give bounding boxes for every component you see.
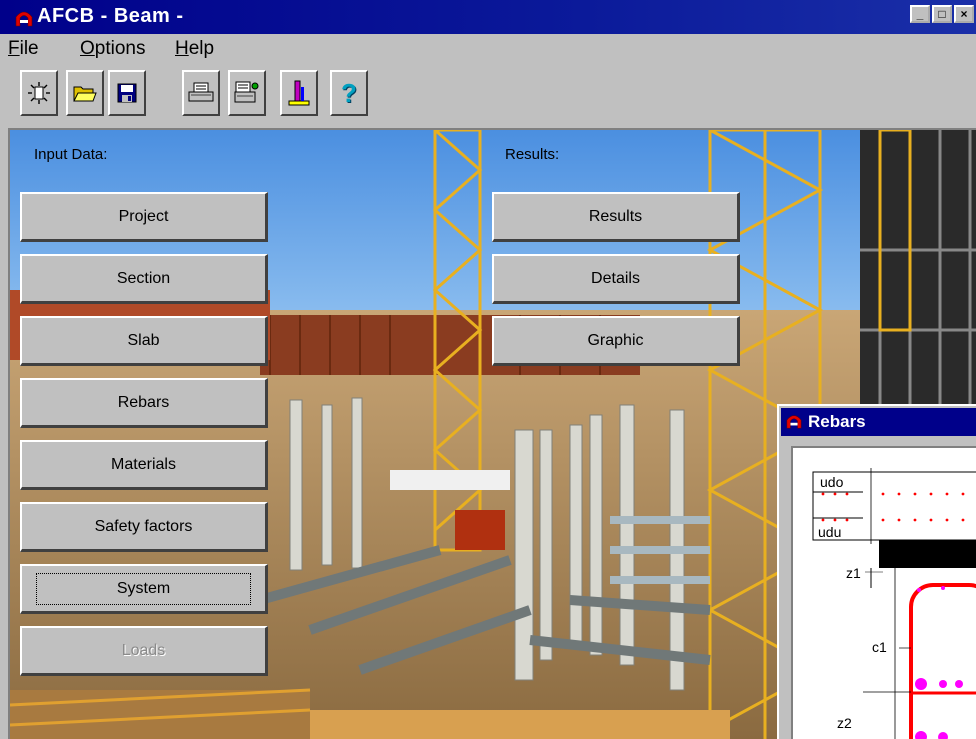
udo-label: udo [820, 474, 844, 490]
maximize-button[interactable]: □ [932, 5, 952, 23]
loads-button[interactable]: Loads [20, 626, 268, 676]
title-bar[interactable]: AFCB - Beam - _ □ × [0, 0, 976, 34]
udu-label: udu [818, 524, 842, 540]
input-data-label: Input Data: [34, 146, 108, 163]
slab-rebar-dots [821, 492, 965, 522]
app-logo-icon [786, 415, 802, 429]
menu-bar: File Options Help [0, 34, 976, 64]
details-button[interactable]: Details [492, 254, 740, 304]
print-setup-button[interactable] [228, 70, 266, 116]
beam-rebar-points [915, 586, 963, 739]
slab-button[interactable]: Slab [20, 316, 268, 366]
results-label: Results: [505, 146, 560, 163]
save-icon [117, 83, 137, 103]
window-title: AFCB - Beam - [37, 5, 184, 27]
new-icon [28, 82, 50, 104]
safety-factors-button[interactable]: Safety factors [20, 502, 268, 552]
menu-file[interactable]: File [8, 38, 39, 60]
menu-help[interactable]: Help [175, 38, 214, 60]
app-logo-icon [15, 11, 33, 27]
rebars-window-title-bar[interactable]: Rebars [781, 408, 976, 436]
rebars-button[interactable]: Rebars [20, 378, 268, 428]
open-folder-icon [73, 86, 97, 102]
help-icon: ? [341, 77, 357, 108]
report-icon [288, 80, 310, 106]
rebar-drawing: udo udu z1 c1 z2 [791, 446, 976, 739]
print-button[interactable] [182, 70, 220, 116]
new-button[interactable] [20, 70, 58, 116]
help-button[interactable]: ? [330, 70, 368, 116]
toolbar: ? [8, 70, 976, 120]
materials-button[interactable]: Materials [20, 440, 268, 490]
project-button[interactable]: Project [20, 192, 268, 242]
z2-label: z2 [837, 715, 852, 731]
save-button[interactable] [108, 70, 146, 116]
close-button[interactable]: × [954, 5, 974, 23]
print-icon [188, 82, 214, 102]
open-button[interactable] [66, 70, 104, 116]
minimize-button[interactable]: _ [910, 5, 930, 23]
print-setup-icon [234, 81, 259, 103]
results-button[interactable]: Results [492, 192, 740, 242]
rebars-window: Rebars udo udu z1 c1 z2 [777, 404, 976, 739]
z1-label: z1 [846, 565, 861, 581]
graphic-button[interactable]: Graphic [492, 316, 740, 366]
c1-label: c1 [872, 639, 887, 655]
rebars-window-title: Rebars [808, 412, 866, 431]
menu-options[interactable]: Options [80, 38, 145, 60]
system-button[interactable]: System [20, 564, 268, 614]
section-button[interactable]: Section [20, 254, 268, 304]
report-button[interactable] [280, 70, 318, 116]
